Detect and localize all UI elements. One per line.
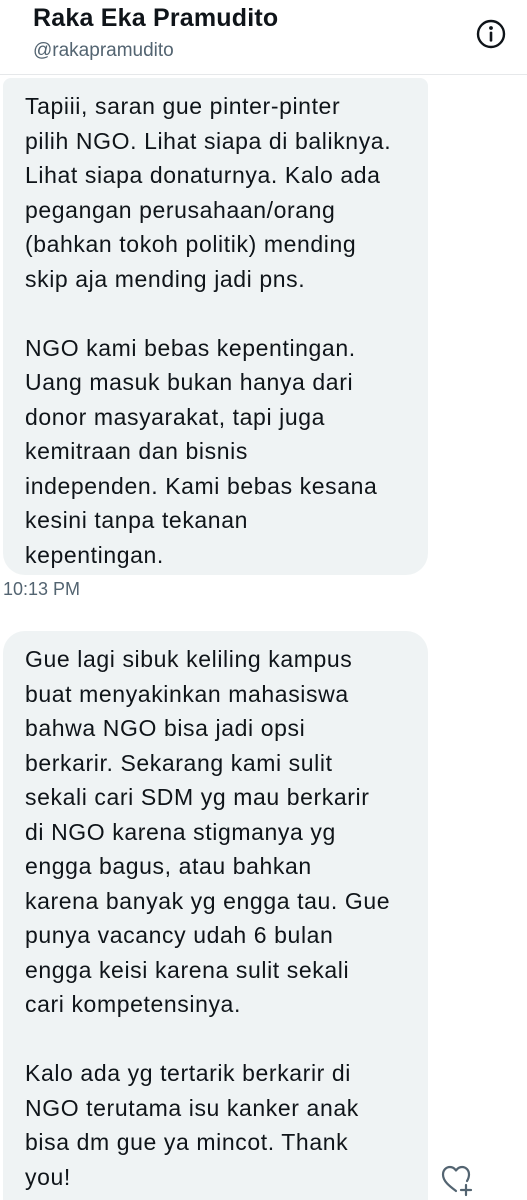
message-text-line: buat menyakinkan mahasiswa — [25, 681, 349, 707]
message-text-line: kesini tanpa tekanan — [25, 507, 248, 533]
message-text-line: Lihat siapa donaturnya. Kalo ada — [25, 162, 381, 188]
message-text-line: pegangan perusahaan/orang — [25, 197, 336, 223]
message-text-line: di NGO karena stigmanya yg — [25, 819, 336, 845]
message-text-line: NGO kami bebas kepentingan. — [25, 335, 356, 361]
contact-handle: @rakapramudito — [33, 40, 174, 61]
message-text-line: Kalo ada yg tertarik berkarir di — [25, 1060, 352, 1086]
message-bubble[interactable]: Tapiii, saran gue pinter-pinter pilih NG… — [3, 78, 428, 575]
message-text-line: kepentingan. — [25, 542, 164, 568]
message-text-line: kemitraan dan bisnis — [25, 438, 248, 464]
message-text-line: Tapiii, saran gue pinter-pinter — [25, 93, 341, 119]
message-text-line: independen. Kami bebas kesana — [25, 473, 378, 499]
add-reaction-button[interactable] — [437, 1160, 475, 1198]
message-text-line: pilih NGO. Lihat siapa di baliknya. — [25, 128, 392, 154]
message-text-line: berkarir. Sekarang kami sulit — [25, 750, 333, 776]
message-text-line: karena banyak yg engga tau. Gue — [25, 888, 391, 914]
conversation-header: Raka Eka Pramudito @rakapramudito — [0, 0, 527, 75]
message-text-line: NGO terutama isu kanker anak — [25, 1095, 359, 1121]
message-text-line: cari kompetensinya. — [25, 991, 241, 1017]
message-text-line: you! — [25, 1164, 71, 1190]
info-button[interactable] — [475, 18, 507, 50]
message-text-line: sekali cari SDM yg mau berkarir — [25, 784, 370, 810]
message-text-line: (bahkan tokoh politik) mending — [25, 231, 357, 257]
info-icon — [476, 19, 506, 49]
message-text-line: engga keisi karena sulit sekali — [25, 957, 350, 983]
message-text-line: donor masyarakat, tapi juga — [25, 404, 326, 430]
add-reaction-heart-icon — [441, 1165, 473, 1197]
message-bubble[interactable]: Gue lagi sibuk keliling kampus buat meny… — [3, 631, 428, 1200]
message-text-line: bisa dm gue ya mincot. Thank — [25, 1129, 349, 1155]
message-text-line: engga bagus, atau bahkan — [25, 853, 312, 879]
message-text-line: Gue lagi sibuk keliling kampus — [25, 646, 353, 672]
message-text-line: Uang masuk bukan hanya dari — [25, 369, 354, 395]
message-text-line: bahwa NGO bisa jadi opsi — [25, 715, 306, 741]
message-text-line: skip aja mending jadi pns. — [25, 266, 306, 292]
message-timestamp: 10:13 PM — [3, 579, 81, 599]
contact-name: Raka Eka Pramudito — [33, 4, 279, 32]
message-text-line: punya vacancy udah 6 bulan — [25, 922, 334, 948]
